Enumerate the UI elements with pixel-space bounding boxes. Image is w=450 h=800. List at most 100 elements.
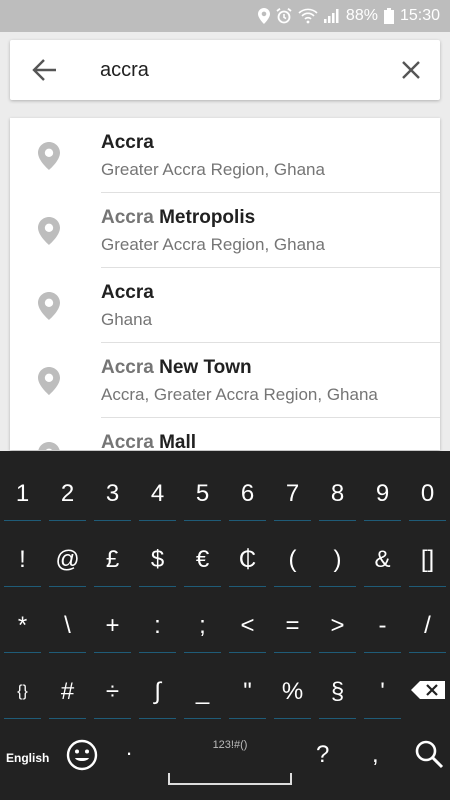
key-underline (94, 520, 131, 521)
key[interactable]: 9 (360, 461, 405, 527)
location-pin-icon (257, 8, 270, 24)
period-key[interactable]: . (126, 735, 132, 761)
key-label: § (330, 678, 345, 705)
key[interactable]: [] (405, 527, 450, 593)
key-underline (409, 652, 446, 653)
key-underline (319, 520, 356, 521)
result-name: Accra New Town (101, 357, 252, 378)
list-item[interactable]: Accra Metropolis Greater Accra Region, G… (10, 193, 440, 268)
key-underline (364, 586, 401, 587)
key-label: 2 (60, 480, 75, 507)
location-pin-icon (38, 292, 60, 320)
key-underline (409, 520, 446, 521)
back-arrow-icon[interactable] (32, 58, 58, 82)
key[interactable]: 7 (270, 461, 315, 527)
key[interactable]: 4 (135, 461, 180, 527)
key-label: * (17, 612, 28, 639)
key[interactable]: > (315, 593, 360, 659)
search-icon[interactable] (414, 739, 444, 769)
battery-percent: 88% (345, 7, 378, 24)
list-item[interactable]: Accra Mall (10, 418, 440, 450)
status-bar: 88% 15:30 (0, 0, 450, 32)
key-label: 4 (150, 480, 165, 507)
key[interactable]: = (270, 593, 315, 659)
key[interactable]: - (360, 593, 405, 659)
key-underline (409, 586, 446, 587)
key[interactable]: 8 (315, 461, 360, 527)
key[interactable]: @ (45, 527, 90, 593)
key-underline (4, 652, 41, 653)
key[interactable]: 0 (405, 461, 450, 527)
result-subtitle: Greater Accra Region, Ghana (101, 160, 325, 179)
key[interactable]: & (360, 527, 405, 593)
result-name: Accra (101, 282, 154, 303)
key-label: ! (19, 546, 26, 573)
key-label: _ (195, 678, 210, 705)
key-underline (139, 586, 176, 587)
search-bar (10, 40, 440, 100)
key-underline (184, 520, 221, 521)
key-label: 3 (105, 480, 120, 507)
key-label: & (374, 546, 391, 573)
key-label: # (60, 678, 75, 705)
backspace-icon (410, 678, 445, 706)
key-label: 7 (285, 480, 300, 507)
key-label: ₵ (238, 546, 257, 573)
key-label: [] (420, 546, 435, 573)
key[interactable]: : (135, 593, 180, 659)
keyboard-row-numbers: 1 2 3 4 5 6 7 8 9 0 (0, 461, 450, 527)
key[interactable]: 5 (180, 461, 225, 527)
key[interactable]: \ (45, 593, 90, 659)
key-label: > (330, 612, 345, 639)
key[interactable]: ; (180, 593, 225, 659)
key-underline (274, 652, 311, 653)
key[interactable]: ₵ (225, 527, 270, 593)
key-label: \ (64, 612, 71, 639)
key-label: $ (150, 546, 165, 573)
key-label: " (243, 678, 252, 705)
key-underline (49, 586, 86, 587)
key-underline (364, 520, 401, 521)
key-label: / (424, 612, 431, 639)
key-underline (229, 520, 266, 521)
key[interactable]: $ (135, 527, 180, 593)
result-name: Accra Mall (101, 432, 197, 450)
space-key[interactable]: 123!#() (166, 729, 294, 793)
key-label: @ (55, 546, 80, 573)
question-key[interactable]: ? (316, 741, 329, 769)
key[interactable]: 1 (0, 461, 45, 527)
key-underline (4, 586, 41, 587)
key[interactable]: ( (270, 527, 315, 593)
list-item[interactable]: Accra New Town Accra, Greater Accra Regi… (10, 343, 440, 418)
key-label: 1 (15, 480, 30, 507)
key-underline (94, 586, 131, 587)
keyboard: 1 2 3 4 5 6 7 8 9 0 ! @ £ $ € ₵ () & [] * \ +:; < = > - / {} # ÷ ∫ _… (0, 451, 450, 800)
clock: 15:30 (399, 7, 440, 24)
key[interactable]: € (180, 527, 225, 593)
result-name: Accra Metropolis (101, 207, 256, 228)
list-item[interactable]: Accra Greater Accra Region, Ghana (10, 118, 440, 193)
key-label: {} (17, 683, 28, 700)
key[interactable]: £ (90, 527, 135, 593)
key-underline (49, 652, 86, 653)
key-label: ) (333, 546, 342, 573)
key-label: : (154, 612, 161, 639)
key-label: - (378, 612, 387, 639)
key[interactable]: 2 (45, 461, 90, 527)
key[interactable]: 6 (225, 461, 270, 527)
key[interactable]: 3 (90, 461, 135, 527)
list-item[interactable]: Accra Ghana (10, 268, 440, 343)
key[interactable]: < (225, 593, 270, 659)
comma-key[interactable]: , (372, 741, 379, 769)
emoji-icon[interactable] (66, 739, 98, 771)
location-pin-icon (38, 442, 60, 450)
key[interactable]: ) (315, 527, 360, 593)
key[interactable]: ! (0, 527, 45, 593)
key[interactable]: / (405, 593, 450, 659)
key[interactable]: * (0, 593, 45, 659)
search-input[interactable] (100, 40, 390, 100)
key[interactable]: + (90, 593, 135, 659)
close-icon[interactable] (400, 59, 422, 81)
language-key[interactable]: English (6, 751, 49, 765)
location-pin-icon (38, 217, 60, 245)
